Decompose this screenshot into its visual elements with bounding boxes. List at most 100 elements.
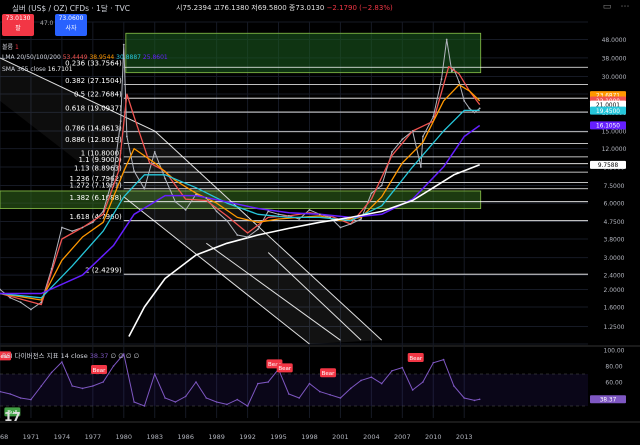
rsi-point xyxy=(19,397,22,399)
time-tick-label: 1998 xyxy=(301,433,318,441)
price-point xyxy=(119,120,122,123)
price-point xyxy=(370,192,373,195)
price-label-text: 16.1050 xyxy=(596,124,620,130)
rsi-tick-label: 60.00 xyxy=(605,380,622,387)
rsi-point xyxy=(478,398,481,401)
time-tick-label: 1974 xyxy=(54,433,71,441)
high-value: 76.1380 xyxy=(220,4,250,12)
fib-level-label: 0.382 (27.1504) xyxy=(65,77,122,85)
price-point xyxy=(318,213,321,216)
price-point xyxy=(184,209,187,211)
price-point xyxy=(174,200,177,203)
rsi-point xyxy=(349,387,352,390)
price-point xyxy=(463,100,466,102)
price-tick-label: 48.0000 xyxy=(602,37,627,44)
rsi-point xyxy=(370,376,373,379)
rsi-point xyxy=(112,365,115,367)
rsi-point xyxy=(92,385,94,387)
buy-button[interactable]: 73.0600 사자 xyxy=(55,14,87,36)
spread-value: 47.0 xyxy=(40,20,54,27)
price-point xyxy=(256,228,259,231)
price-tick-label: 6.0000 xyxy=(604,201,625,208)
rsi-marker-label: Bear xyxy=(278,366,292,372)
rsi-point xyxy=(133,401,135,403)
rsi-point xyxy=(257,382,259,385)
time-tick-label: 1995 xyxy=(270,433,287,441)
price-point xyxy=(133,170,136,173)
rsi-point xyxy=(411,389,414,391)
price-point xyxy=(329,216,332,219)
price-point xyxy=(440,78,443,81)
rsi-point xyxy=(50,371,53,374)
price-point xyxy=(478,107,481,110)
symbol-title[interactable]: 실버 (US$ / OZ) CFDs · 1달 · TVC xyxy=(12,3,130,14)
rsi-point xyxy=(153,373,156,375)
price-point xyxy=(360,218,362,220)
time-tick-label: 1983 xyxy=(146,433,163,441)
price-tick-label: 7.5000 xyxy=(604,183,625,190)
buy-price: 73.0600 xyxy=(58,15,84,22)
rsi-point xyxy=(102,381,104,383)
more-icon[interactable]: ⋯ xyxy=(618,2,632,14)
ma-value-20: 53.4449 xyxy=(62,54,88,61)
price-chart-canvas[interactable]: 0.236 (33.7564)0.382 (27.1504)0.5 (22.76… xyxy=(0,0,640,445)
price-point xyxy=(122,43,125,46)
tradingview-logo-icon: 17 xyxy=(4,410,21,424)
rsi-point xyxy=(473,399,476,402)
rsi-point xyxy=(30,398,32,401)
price-point xyxy=(91,221,94,224)
sma-legend[interactable]: SMA 365 close 16.7101 xyxy=(2,66,73,73)
rsi-point xyxy=(339,397,342,399)
rsi-point xyxy=(226,403,228,406)
ma-value-50: 38.9544 xyxy=(89,54,115,61)
rsi-point xyxy=(236,398,239,401)
time-tick-label: 2007 xyxy=(394,433,411,441)
price-point xyxy=(411,130,414,132)
rsi-last-text: 38.37 xyxy=(600,398,617,404)
price-point xyxy=(102,210,105,213)
rsi-legend[interactable]: RSI 다이버전스 지표 14 close 38.37 ∅ ∅ ∅ ∅ xyxy=(2,350,139,360)
rsi-marker-label: Bear xyxy=(322,371,336,377)
rsi-point xyxy=(318,390,321,393)
price-label-text: 19.4500 xyxy=(596,109,620,115)
price-tick-label: 38.0000 xyxy=(602,55,627,62)
minimize-icon[interactable]: ▭ xyxy=(600,2,614,14)
price-label-text: 9.7588 xyxy=(598,163,619,169)
volume-label: 볼륨 xyxy=(2,44,14,51)
rsi-point xyxy=(401,366,404,369)
price-point xyxy=(452,68,455,70)
price-tick-label: 12.0000 xyxy=(602,146,627,153)
price-point xyxy=(458,81,460,83)
volume-legend[interactable]: 볼륨 1 xyxy=(2,42,19,51)
fib-level-label: 0.786 (14.8613) xyxy=(65,124,122,132)
low-value: 69.5800 xyxy=(257,4,287,12)
rsi-point xyxy=(143,405,146,407)
price-point xyxy=(349,223,352,225)
price-point xyxy=(60,226,63,229)
rsi-point xyxy=(380,382,383,385)
price-point xyxy=(215,210,218,213)
price-tick-label: 3.8000 xyxy=(604,237,625,244)
price-tick-label: 30.0000 xyxy=(602,74,627,81)
rsi-point xyxy=(195,381,197,383)
rsi-extra: ∅ ∅ ∅ ∅ xyxy=(110,352,140,360)
rsi-marker-label: Bear xyxy=(93,368,107,374)
price-point xyxy=(164,177,166,180)
rsi-point xyxy=(164,397,166,399)
price-point xyxy=(308,209,311,211)
price-point xyxy=(71,230,74,233)
ma-legend[interactable]: LMA 20/50/100/200 53.4449 38.9544 30.888… xyxy=(2,54,168,61)
ma-value-200: 25.8601 xyxy=(142,54,168,61)
sell-button[interactable]: 73.0130 팔 xyxy=(2,14,34,36)
time-tick-label: 2001 xyxy=(332,433,349,441)
price-point xyxy=(81,226,84,229)
rsi-point xyxy=(298,397,300,399)
sell-price: 73.0130 xyxy=(5,15,31,22)
rsi-point xyxy=(360,379,362,382)
rsi-point xyxy=(308,382,311,385)
price-point xyxy=(287,214,290,217)
support-zone xyxy=(125,32,482,74)
price-point xyxy=(143,187,146,190)
volume-value: 1 xyxy=(14,44,19,51)
price-point xyxy=(391,151,393,153)
